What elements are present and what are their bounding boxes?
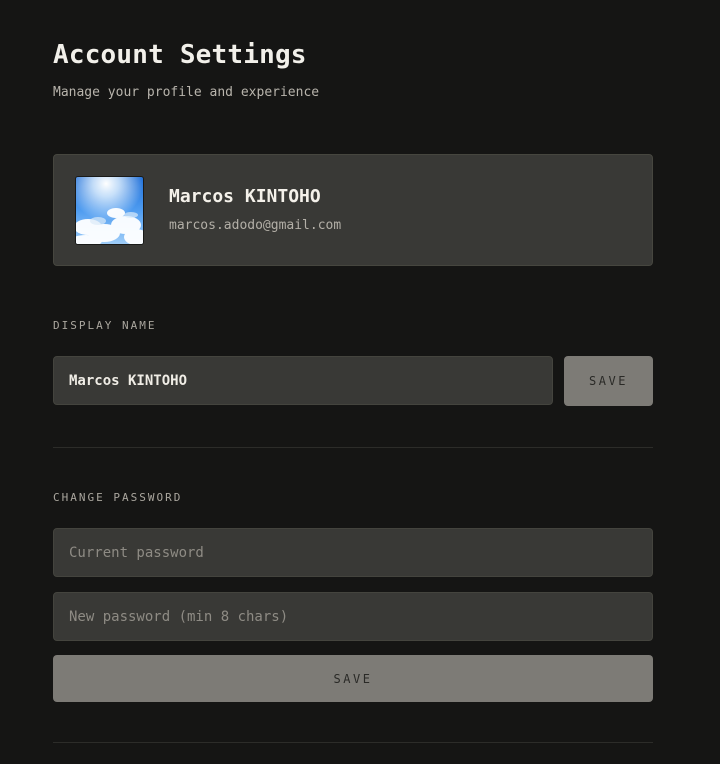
display-name-input[interactable] [54, 357, 552, 404]
new-password-input[interactable] [54, 593, 652, 640]
page-subtitle: Manage your profile and experience [53, 85, 320, 100]
avatar[interactable] [75, 176, 144, 245]
current-password-field-container [53, 528, 653, 577]
profile-email: marcos.adodo@gmail.com [169, 218, 342, 233]
sky-clouds-avatar-icon [76, 177, 143, 244]
save-password-button[interactable]: SAVE [53, 655, 653, 702]
section-divider-bottom [53, 742, 653, 743]
new-password-field-container [53, 592, 653, 641]
change-password-label: CHANGE PASSWORD [53, 491, 183, 504]
current-password-input[interactable] [54, 529, 652, 576]
page-title: Account Settings [53, 40, 307, 70]
display-name-field-container [53, 356, 553, 405]
save-display-name-button[interactable]: SAVE [564, 356, 653, 406]
display-name-label: DISPLAY NAME [53, 319, 157, 332]
profile-name: Marcos KINTOHO [169, 186, 321, 207]
account-settings-page: Account Settings Manage your profile and… [0, 0, 720, 764]
profile-card: Marcos KINTOHO marcos.adodo@gmail.com [53, 154, 653, 266]
section-divider [53, 447, 653, 448]
